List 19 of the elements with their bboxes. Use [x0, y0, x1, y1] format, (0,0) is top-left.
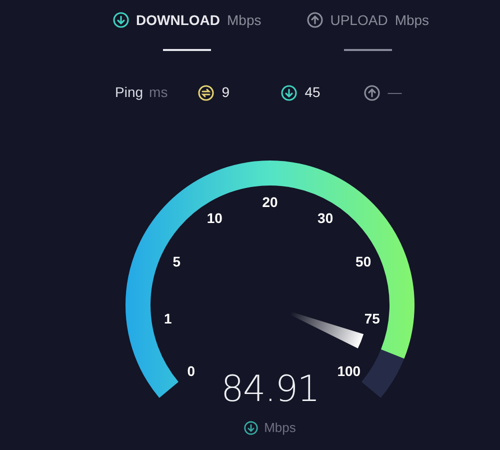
speed-reading: 84.91 [220, 370, 320, 410]
stat-value: — [388, 83, 402, 102]
swap-arrows-icon [198, 84, 214, 100]
scale-label: 1 [164, 310, 172, 326]
scale-label: 100 [337, 363, 361, 380]
scale-label: 20 [262, 194, 278, 210]
stat-value: 9 [222, 83, 230, 102]
ping-label: Ping [115, 83, 144, 102]
ping-unit: ms [149, 83, 168, 102]
scale-label: 10 [206, 210, 222, 226]
stat-value: 45 [304, 83, 320, 102]
speed-unit: Mbps [264, 419, 296, 437]
tab[interactable]: UPLOAD Mbps [307, 10, 430, 51]
scale-label: 5 [172, 253, 181, 270]
scale-label: 30 [318, 210, 334, 226]
tab[interactable]: DOWNLOAD Mbps [113, 10, 262, 51]
scale-label: 0 [187, 363, 195, 380]
scale-label: 50 [356, 253, 372, 270]
scale-label: 75 [364, 310, 380, 326]
